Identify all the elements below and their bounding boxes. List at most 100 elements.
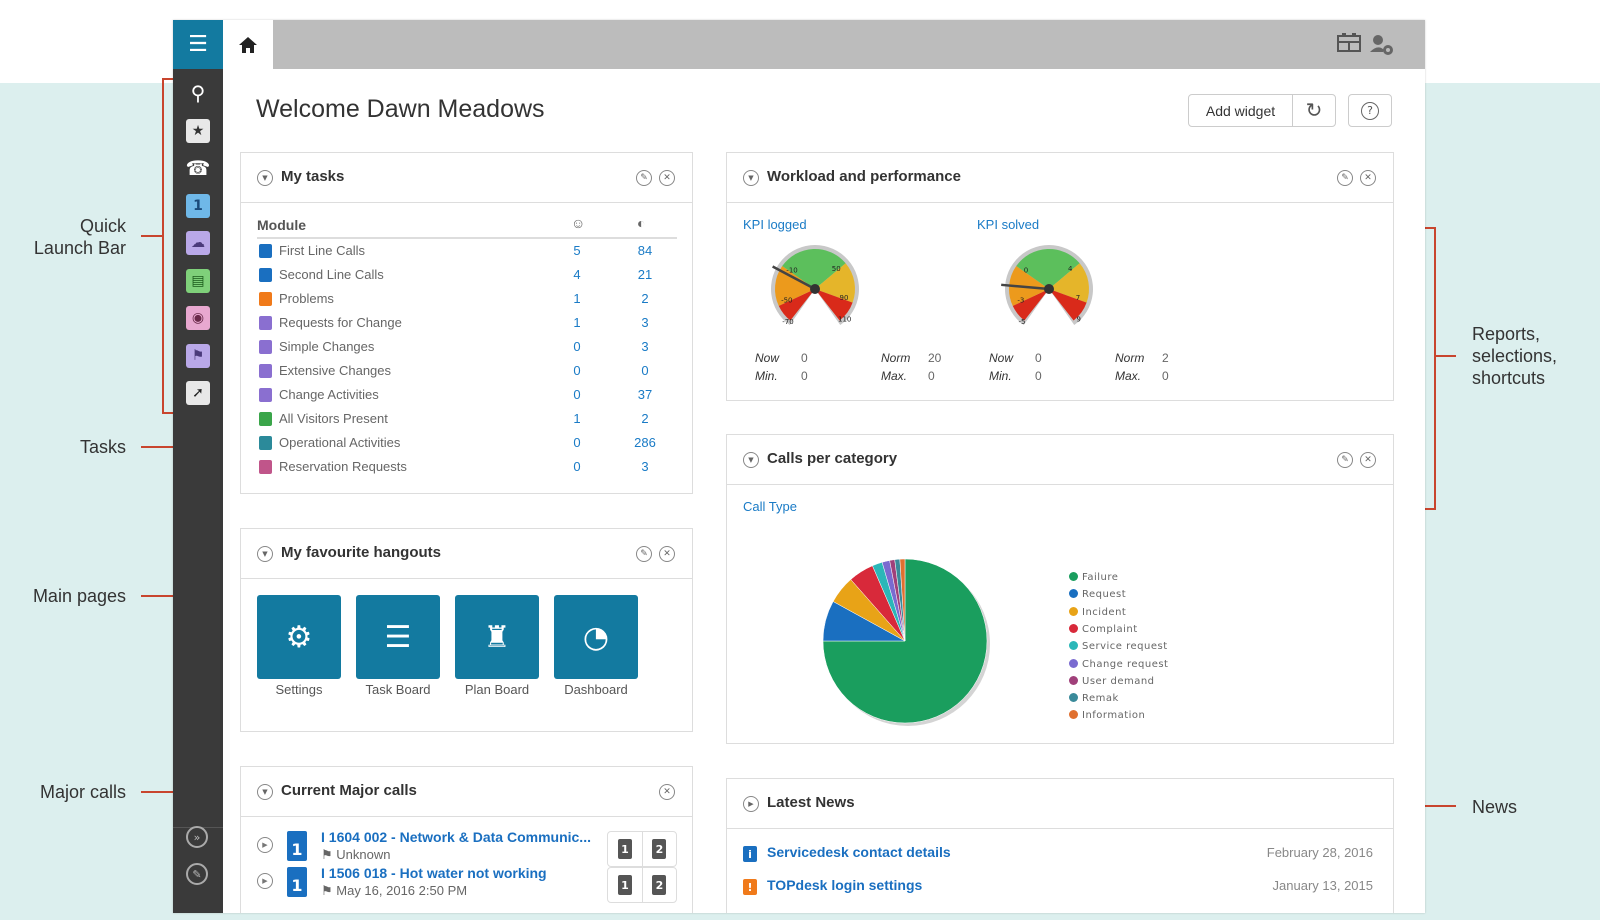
menu-button[interactable]: ☰	[173, 20, 223, 69]
task-row[interactable]: Problems 1 2	[257, 287, 677, 311]
close-widget-button[interactable]: ✕	[1360, 170, 1376, 186]
legend-item[interactable]: Incident	[1069, 606, 1126, 618]
personal-count-link[interactable]: 4	[571, 267, 583, 282]
news-item[interactable]: ! TOPdesk login settings January 13, 2015	[743, 876, 1373, 898]
personal-count-link[interactable]: 0	[571, 363, 583, 378]
group-count-link[interactable]: 37	[631, 387, 659, 402]
quick-launch-reservations[interactable]: ◉	[186, 306, 210, 330]
group-count-link[interactable]: 84	[631, 243, 659, 258]
hangout-tile-settings[interactable]: ⚙	[257, 595, 341, 679]
edit-widget-button[interactable]: ✎	[1337, 170, 1353, 186]
legend-item[interactable]: Change request	[1069, 658, 1168, 670]
news-item[interactable]: i Servicedesk contact details February 28,…	[743, 843, 1373, 865]
task-row[interactable]: Second Line Calls 4 21	[257, 263, 677, 287]
close-widget-button[interactable]: ✕	[659, 170, 675, 186]
legend-item[interactable]: Information	[1069, 710, 1145, 721]
task-row[interactable]: Change Activities 0 37	[257, 383, 677, 407]
task-row[interactable]: Operational Activities 0 286	[257, 431, 677, 455]
quick-launch-first-line-calls[interactable]: 1	[186, 193, 210, 218]
hangout-tile-task-board[interactable]: ☰	[356, 595, 440, 679]
major-call-link[interactable]: I 1506 018 - Hot water not working	[321, 865, 547, 881]
news-link[interactable]: TOPdesk login settings	[767, 877, 922, 893]
group-count-link[interactable]: 286	[631, 435, 659, 450]
quick-launch-search[interactable]: ⚲	[186, 81, 210, 105]
task-label: First Line Calls	[279, 243, 365, 258]
close-widget-button[interactable]: ✕	[1360, 452, 1376, 468]
collapse-toggle[interactable]: ▼	[257, 546, 273, 562]
expand-toggle[interactable]: ▶	[257, 873, 273, 889]
personal-count-link[interactable]: 1	[571, 411, 583, 426]
legend-item[interactable]: Failure	[1069, 572, 1118, 583]
legend-item[interactable]: Remak	[1069, 693, 1119, 704]
new-first-line-call-button[interactable]: 1	[608, 832, 642, 866]
edit-widget-button[interactable]: ✎	[636, 546, 652, 562]
collapse-toggle[interactable]: ▼	[257, 784, 273, 800]
quick-launch-plan-board[interactable]: ⚑	[186, 343, 210, 368]
expand-button[interactable]: »	[186, 826, 208, 848]
quick-launch-favourites[interactable]: ★	[186, 118, 210, 143]
edit-widget-button[interactable]: ✎	[636, 170, 652, 186]
task-row[interactable]: Simple Changes 0 3	[257, 335, 677, 359]
task-row[interactable]: Extensive Changes 0 0	[257, 359, 677, 383]
quick-launch-requests-for-change[interactable]: ☁	[186, 231, 210, 255]
legend-item[interactable]: User demand	[1069, 675, 1155, 687]
tab-bar	[223, 20, 1425, 69]
major-call-row[interactable]: ▶ 1 I 1506 018 - Hot water not working ⚑ Ma…	[257, 865, 677, 907]
task-row[interactable]: All Visitors Present 1 2	[257, 407, 677, 431]
quick-launch-caller[interactable]: ☎	[186, 156, 211, 180]
personal-count-link[interactable]: 0	[571, 435, 583, 450]
edit-widget-button[interactable]: ✎	[1337, 452, 1353, 468]
legend-item[interactable]: Complaint	[1069, 623, 1138, 635]
news-widget: ▶ Latest News i Servicedesk contact detai…	[726, 778, 1394, 913]
chart-subtitle-link[interactable]: Call Type	[743, 499, 797, 514]
collapse-toggle[interactable]: ▼	[743, 170, 759, 186]
edit-quick-launch-button[interactable]: ✎	[186, 863, 208, 885]
group-count-link[interactable]: 2	[631, 411, 659, 426]
collapse-toggle[interactable]: ▼	[257, 170, 273, 186]
close-widget-button[interactable]: ✕	[659, 784, 675, 800]
layout-icon	[1337, 33, 1361, 52]
group-count-link[interactable]: 3	[631, 315, 659, 330]
hangout-tile-plan-board[interactable]: ♜	[455, 595, 539, 679]
group-count-link[interactable]: 3	[631, 459, 659, 474]
new-first-line-call-button[interactable]: 1	[608, 868, 642, 902]
hangout-tile-dashboard[interactable]: ◔	[554, 595, 638, 679]
major-call-link[interactable]: I 1604 002 - Network & Data Communic...	[321, 829, 591, 845]
new-second-line-call-button[interactable]: 2	[641, 868, 676, 902]
personal-count-link[interactable]: 0	[571, 387, 583, 402]
task-row[interactable]: Reservation Requests 0 3	[257, 455, 677, 479]
group-count-link[interactable]: 0	[631, 363, 659, 378]
help-button[interactable]: ?	[1348, 94, 1392, 127]
personal-count-link[interactable]: 0	[571, 459, 583, 474]
callout-text: selections,	[1472, 346, 1558, 366]
kpi-link[interactable]: KPI solved	[977, 217, 1039, 232]
add-widget-button[interactable]: Add widget	[1189, 95, 1293, 126]
gauge-hub	[810, 284, 820, 294]
refresh-button[interactable]: ↻	[1293, 95, 1335, 126]
group-count-link[interactable]: 21	[631, 267, 659, 282]
personal-count-link[interactable]: 5	[571, 243, 583, 258]
legend-swatch	[1069, 693, 1078, 703]
personal-count-link[interactable]: 1	[571, 291, 583, 306]
expand-toggle[interactable]: ▶	[257, 837, 273, 853]
personal-count-link[interactable]: 0	[571, 339, 583, 354]
double-chevron-icon: »	[193, 830, 201, 844]
kpi-link[interactable]: KPI logged	[743, 217, 807, 232]
user-settings-button[interactable]	[1369, 33, 1393, 55]
expand-toggle[interactable]: ▶	[743, 796, 759, 812]
layout-button[interactable]	[1337, 33, 1361, 55]
news-link[interactable]: Servicedesk contact details	[767, 844, 951, 860]
home-tab[interactable]	[223, 20, 273, 69]
group-count-link[interactable]: 2	[631, 291, 659, 306]
task-row[interactable]: Requests for Change 1 3	[257, 311, 677, 335]
collapse-toggle[interactable]: ▼	[743, 452, 759, 468]
group-count-link[interactable]: 3	[631, 339, 659, 354]
quick-launch-shortcut[interactable]: ➚	[186, 381, 210, 405]
quick-launch-visitors[interactable]: ▤	[186, 268, 210, 293]
task-row[interactable]: First Line Calls 5 84	[257, 239, 677, 263]
personal-count-link[interactable]: 1	[571, 315, 583, 330]
new-second-line-call-button[interactable]: 2	[641, 832, 676, 866]
legend-item[interactable]: Service request	[1069, 641, 1168, 652]
legend-item[interactable]: Request	[1069, 589, 1126, 600]
close-widget-button[interactable]: ✕	[659, 546, 675, 562]
